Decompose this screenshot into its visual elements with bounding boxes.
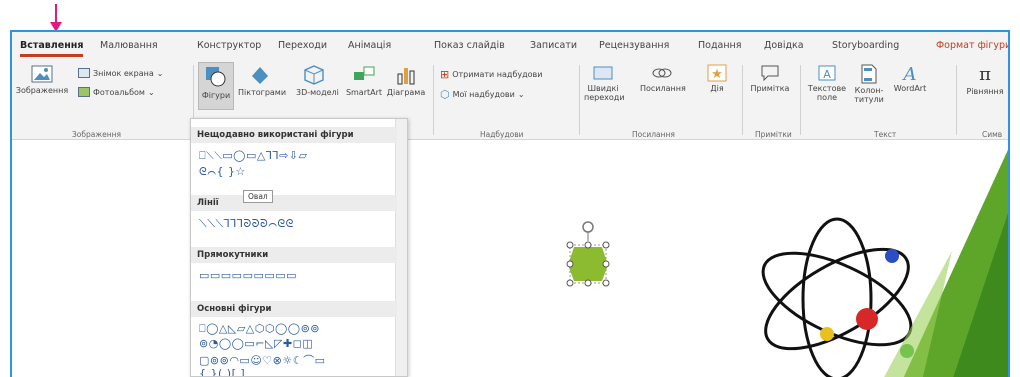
svg-text:A: A <box>823 68 831 81</box>
equation-button[interactable]: π Рівняння <box>962 64 1008 96</box>
tab-review[interactable]: Рецензування <box>599 40 669 51</box>
tab-design[interactable]: Конструктор <box>197 40 261 51</box>
chevron-down-icon: ⌄ <box>156 68 164 78</box>
chevron-down-icon: ⌄ <box>147 87 155 97</box>
wordart-icon: A <box>902 64 917 82</box>
rectangles-row[interactable]: ▭▭▭▭▭▭▭▭▭ <box>199 269 297 282</box>
chart-button[interactable]: Діаграма <box>384 64 428 97</box>
star-action-icon: ★ <box>707 64 727 82</box>
group-label-text: Текст <box>874 130 897 139</box>
group-label-images: Зображення <box>72 130 122 139</box>
shapes-gallery: Нещодавно використані фігури ⎕⟍⟍▭◯▭△⅂⅂⇨⇩… <box>190 118 408 377</box>
group-label-addins: Надбудови <box>480 130 524 139</box>
group-separator <box>800 65 801 135</box>
section-rectangles: Прямокутники <box>191 247 397 263</box>
chevron-down-icon: ⌄ <box>517 90 525 99</box>
action-button[interactable]: ★ Дія <box>702 64 732 93</box>
tab-help[interactable]: Довідка <box>764 40 804 51</box>
header-footer-button[interactable]: Колон- титули <box>852 64 886 104</box>
tab-transitions[interactable]: Переходи <box>278 40 327 51</box>
section-recent: Нещодавно використані фігури <box>191 127 397 143</box>
cube-icon <box>304 65 324 85</box>
photo-album-button[interactable]: Фотоальбом ⌄ <box>78 87 155 97</box>
screenshot-button[interactable]: Знімок екрана ⌄ <box>78 68 163 78</box>
store-icon: ⊞ <box>440 68 450 81</box>
pictures-button[interactable]: Зображення <box>14 64 70 95</box>
recent-shapes-row[interactable]: ᘓ⌒{ }☆ <box>199 165 246 179</box>
screenshot-icon <box>78 68 90 78</box>
section-basic: Основні фігури <box>191 301 397 317</box>
svg-text:★: ★ <box>711 67 723 82</box>
addins-icon: ⬡ <box>440 88 450 101</box>
zoom-button[interactable]: Швидкі переходи <box>584 64 625 102</box>
icons-icon <box>252 67 268 84</box>
recent-shapes-row[interactable]: ⎕⟍⟍▭◯▭△⅂⅂⇨⇩▱ <box>199 149 308 163</box>
tab-shape-format[interactable]: Формат фігури <box>936 40 1008 51</box>
ribbon-tabs: Вставлення Малювання Конструктор Переход… <box>12 32 1008 60</box>
tab-insert[interactable]: Вставлення <box>20 40 84 57</box>
slide-canvas[interactable] <box>12 141 1008 377</box>
basic-shapes-row[interactable]: ▢⊚⊚◠▭☺♡⊗☼☾⌒▭ <box>199 352 325 368</box>
tab-storyboarding[interactable]: Storyboarding <box>832 40 899 51</box>
group-separator <box>742 65 743 135</box>
picture-icon <box>31 65 53 83</box>
rotate-handle-icon[interactable] <box>582 221 594 233</box>
basic-shapes-row[interactable]: ⊚◔◯◯▭⌐◺◸✚◻◫ <box>199 337 313 350</box>
chart-icon <box>397 68 415 85</box>
zoom-icon <box>593 66 613 80</box>
group-separator <box>956 65 957 135</box>
svg-text:A: A <box>902 64 917 82</box>
link-button[interactable]: Посилання <box>640 64 686 93</box>
tab-draw[interactable]: Малювання <box>100 40 158 51</box>
link-icon <box>652 68 672 78</box>
my-addins-button[interactable]: ⬡ Мої надбудови ⌄ <box>440 88 525 101</box>
comment-button[interactable]: Примітка <box>748 64 792 93</box>
shapes-icon <box>206 67 226 87</box>
ribbon: Зображення Знімок екрана ⌄ Фотоальбом ⌄ Зо… <box>12 60 1008 140</box>
lines-row[interactable]: ⟍⟍⟍⅂⅂⅂ᘐᘐᘐ⌒ᘓᘓ <box>199 217 294 231</box>
group-label-symbols: Симв <box>982 130 1003 139</box>
shapes-button[interactable]: Фігури <box>198 62 234 110</box>
basic-shapes-row[interactable]: { }( )[ ] <box>199 367 245 376</box>
icons-button[interactable]: Піктограми <box>238 64 286 97</box>
basic-shapes-row[interactable]: ⎕◯△◺▱△⬡⬡◯◯⊚⊚ <box>199 322 320 336</box>
tab-record[interactable]: Записати <box>530 40 577 51</box>
group-label-comments: Примітки <box>755 130 792 139</box>
tab-view[interactable]: Подання <box>698 40 741 51</box>
wordart-button[interactable]: A WordArt <box>890 64 930 93</box>
header-footer-icon <box>861 64 877 84</box>
smartart-icon <box>354 66 375 80</box>
tab-animations[interactable]: Анімація <box>348 40 391 51</box>
textbox-button[interactable]: A Текстове поле <box>806 64 848 102</box>
tab-slideshow[interactable]: Показ слайдів <box>434 40 505 51</box>
section-lines: Лінії <box>191 195 397 211</box>
comment-icon <box>761 65 779 82</box>
get-addins-button[interactable]: ⊞ Отримати надбудови <box>440 68 542 81</box>
decorative-wedge <box>884 149 1008 377</box>
smartart-button[interactable]: SmartArt <box>342 64 386 97</box>
3d-models-button[interactable]: 3D-моделі <box>296 64 339 97</box>
textbox-icon: A <box>818 65 836 81</box>
selected-shape[interactable] <box>564 217 612 287</box>
group-label-links: Посилання <box>632 130 675 139</box>
app-window: Вставлення Малювання Конструктор Переход… <box>10 30 1010 377</box>
album-icon <box>78 87 90 97</box>
oval-tooltip: Овал <box>243 190 273 203</box>
group-separator <box>433 65 434 135</box>
pi-icon: π <box>979 64 991 85</box>
group-separator <box>579 65 580 135</box>
